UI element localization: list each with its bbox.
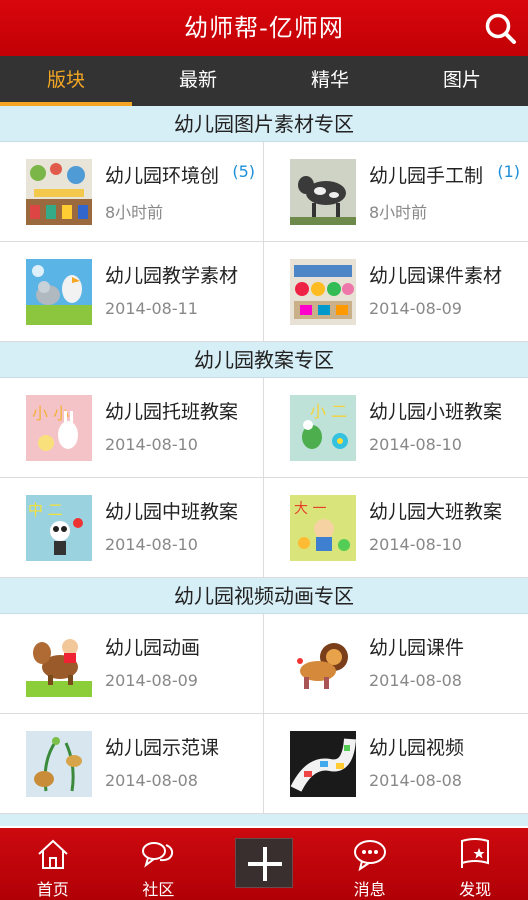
middle-class-thumbnail: 中 二 bbox=[26, 495, 92, 561]
tab-pictures[interactable]: 图片 bbox=[396, 56, 528, 106]
board-title: 幼儿园手工制 bbox=[369, 165, 484, 187]
board-title: 幼儿园课件素材 bbox=[369, 265, 503, 287]
board-item[interactable]: 幼儿园手工制 (1) 8小时前 bbox=[264, 142, 528, 242]
search-icon[interactable] bbox=[484, 12, 518, 46]
nav-community-label: 社区 bbox=[142, 880, 175, 899]
wall-display-thumbnail bbox=[290, 259, 356, 325]
board-date: 2014-08-08 bbox=[369, 771, 462, 790]
board-title: 幼儿园课件 bbox=[369, 637, 465, 659]
nav-messages[interactable]: 消息 bbox=[317, 828, 423, 900]
board-item[interactable]: 小 二 幼儿园小班教案 2014-08-10 bbox=[264, 378, 528, 478]
add-post-button[interactable] bbox=[234, 838, 293, 888]
board-count: (1) bbox=[497, 162, 520, 181]
tab-latest[interactable]: 最新 bbox=[132, 56, 264, 106]
lion-thumbnail bbox=[290, 631, 356, 697]
tab-sections[interactable]: 版块 bbox=[0, 56, 132, 106]
board-date: 2014-08-10 bbox=[105, 435, 198, 454]
app-header: 幼师帮-亿师网 bbox=[0, 0, 528, 56]
section-grid: 小 小 幼儿园托班教案 2014-08-10 小 二 幼儿园小班教案 2014-… bbox=[0, 378, 528, 578]
board-title: 幼儿园小班教案 bbox=[369, 401, 503, 423]
nursery-class-thumbnail: 小 小 bbox=[26, 395, 92, 461]
board-item[interactable]: 幼儿园示范课 2014-08-08 bbox=[0, 714, 264, 814]
board-item[interactable]: 幼儿园环境创 (5) 8小时前 bbox=[0, 142, 264, 242]
forum-list: 幼儿园图片素材专区 幼儿园环境创 (5) 8小时前 幼儿园手工制 (1) 8小时… bbox=[0, 106, 528, 828]
cartoon-horse-thumbnail bbox=[26, 631, 92, 697]
nav-home[interactable]: 首页 bbox=[0, 828, 106, 900]
message-icon bbox=[353, 840, 386, 872]
board-item[interactable]: 幼儿园课件 2014-08-08 bbox=[264, 614, 528, 714]
board-item[interactable]: 大 一 幼儿园大班教案 2014-08-10 bbox=[264, 478, 528, 578]
board-title: 幼儿园示范课 bbox=[105, 737, 220, 759]
board-title: 幼儿园中班教案 bbox=[105, 501, 239, 523]
app-title: 幼师帮-亿师网 bbox=[184, 14, 344, 42]
nav-discover[interactable]: 发现 bbox=[422, 828, 528, 900]
svg-text:中 二: 中 二 bbox=[28, 501, 63, 519]
tab-bar: 版块 最新 精华 图片 bbox=[0, 56, 528, 106]
board-count: (5) bbox=[232, 162, 255, 181]
board-title: 幼儿园视频 bbox=[369, 737, 465, 759]
board-date: 8小时前 bbox=[105, 203, 164, 222]
nav-community[interactable]: 社区 bbox=[106, 828, 212, 900]
board-item[interactable]: 幼儿园视频 2014-08-08 bbox=[264, 714, 528, 814]
section-header: 幼儿园教案专区 bbox=[0, 342, 528, 378]
big-class-thumbnail: 大 一 bbox=[290, 495, 356, 561]
section-grid: 幼儿园动画 2014-08-09 幼儿园课件 2014-08-08 幼儿园示范课… bbox=[0, 614, 528, 814]
board-title: 幼儿园大班教案 bbox=[369, 501, 503, 523]
board-item[interactable]: 幼儿园课件素材 2014-08-09 bbox=[264, 242, 528, 342]
cartoon-animals-thumbnail bbox=[26, 259, 92, 325]
svg-text:大 一: 大 一 bbox=[294, 501, 326, 517]
board-date: 2014-08-10 bbox=[369, 535, 462, 554]
chat-bubbles-icon bbox=[142, 842, 174, 868]
svg-text:小 小: 小 小 bbox=[32, 404, 69, 423]
board-date: 2014-08-08 bbox=[105, 771, 198, 790]
board-item[interactable]: 中 二 幼儿园中班教案 2014-08-10 bbox=[0, 478, 264, 578]
board-item[interactable]: 幼儿园动画 2014-08-09 bbox=[0, 614, 264, 714]
board-item[interactable]: 幼儿园教学素材 2014-08-11 bbox=[0, 242, 264, 342]
board-title: 幼儿园教学素材 bbox=[105, 265, 239, 287]
board-date: 8小时前 bbox=[369, 203, 428, 222]
section-grid: 幼儿园环境创 (5) 8小时前 幼儿园手工制 (1) 8小时前 幼儿园教学素材 … bbox=[0, 142, 528, 342]
board-item[interactable]: 小 小 幼儿园托班教案 2014-08-10 bbox=[0, 378, 264, 478]
plus-icon bbox=[247, 847, 282, 881]
classroom-decoration-thumbnail bbox=[26, 159, 92, 225]
board-date: 2014-08-09 bbox=[369, 299, 462, 318]
section-header: 幼儿园图片素材专区 bbox=[0, 106, 528, 142]
nav-discover-label: 发现 bbox=[459, 880, 492, 899]
board-title: 幼儿园托班教案 bbox=[105, 401, 239, 423]
board-title: 幼儿园动画 bbox=[105, 637, 201, 659]
board-date: 2014-08-11 bbox=[105, 299, 198, 318]
next-section-header-partial bbox=[0, 814, 528, 826]
board-date: 2014-08-10 bbox=[105, 535, 198, 554]
bottom-navigation: 首页 社区 消息 发现 bbox=[0, 828, 528, 900]
nav-add[interactable] bbox=[211, 828, 317, 900]
board-date: 2014-08-10 bbox=[369, 435, 462, 454]
home-icon bbox=[38, 839, 68, 869]
section-header: 幼儿园视频动画专区 bbox=[0, 578, 528, 614]
tab-featured[interactable]: 精华 bbox=[264, 56, 396, 106]
cow-craft-thumbnail bbox=[290, 159, 356, 225]
flag-icon bbox=[461, 838, 490, 868]
plant-craft-thumbnail bbox=[26, 731, 92, 797]
small-class-thumbnail: 小 二 bbox=[290, 395, 356, 461]
nav-messages-label: 消息 bbox=[353, 880, 386, 899]
svg-text:小 二: 小 二 bbox=[310, 402, 347, 421]
board-title: 幼儿园环境创 bbox=[105, 165, 220, 187]
board-date: 2014-08-08 bbox=[369, 671, 462, 690]
film-strip-thumbnail bbox=[290, 731, 356, 797]
board-date: 2014-08-09 bbox=[105, 671, 198, 690]
nav-home-label: 首页 bbox=[36, 880, 69, 899]
